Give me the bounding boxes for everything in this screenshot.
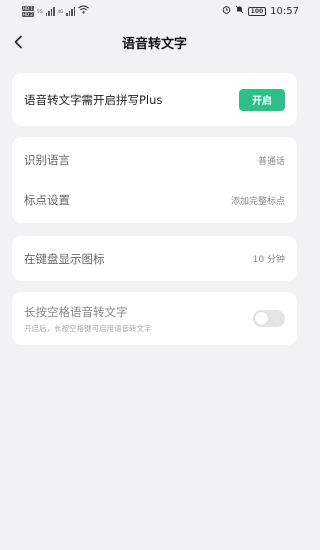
plus-row: 语音转文字需开启拼写Plus 开启 <box>24 73 285 126</box>
battery-icon: 100 <box>247 6 267 16</box>
space-voice-label: 长按空格语音转文字 <box>24 304 128 319</box>
signal1-icon <box>45 6 55 16</box>
plus-card: 语音转文字需开启拼写Plus 开启 <box>12 73 297 126</box>
recognition-settings-card: 识别语言 普通话 标点设置 添加完整标点 <box>12 137 297 223</box>
keyboard-icon-label: 在键盘显示图标 <box>24 251 105 266</box>
language-value: 普通话 <box>257 156 285 167</box>
space-voice-toggle[interactable] <box>253 310 285 327</box>
status-bar-left: HD 1 HD 2 5G 4G <box>22 5 90 17</box>
status-bar-right: 100 10:57 <box>222 5 299 17</box>
page-header: 语音转文字 <box>0 28 309 56</box>
punctuation-setting-row[interactable]: 标点设置 添加完整标点 <box>24 188 285 212</box>
sim2-badge: HD 2 <box>22 11 34 17</box>
keyboard-icon-card: 在键盘显示图标 10 分钟 <box>12 236 297 281</box>
chevron-left-icon <box>14 35 22 49</box>
keyboard-icon-duration: 10 分钟 <box>252 255 285 265</box>
keyboard-icon-row[interactable]: 在键盘显示图标 10 分钟 <box>24 236 285 281</box>
space-voice-row: 长按空格语音转文字 开启后，长按空格键可启用语音转文字 <box>24 292 285 345</box>
status-bar: HD 1 HD 2 5G 4G 100 10:57 <box>0 0 309 22</box>
toggle-knob <box>255 312 268 325</box>
plus-requirement-label: 语音转文字需开启拼写Plus <box>24 92 163 107</box>
space-voice-sublabel: 开启后，长按空格键可启用语音转文字 <box>24 323 152 333</box>
space-voice-card: 长按空格语音转文字 开启后，长按空格键可启用语音转文字 <box>12 292 297 345</box>
back-button[interactable] <box>8 32 28 52</box>
sim-indicators: HD 1 HD 2 <box>22 5 34 17</box>
network1-label: 5G <box>36 8 43 14</box>
mute-icon <box>235 5 244 17</box>
language-setting-row[interactable]: 识别语言 普通话 <box>24 148 285 172</box>
punctuation-label: 标点设置 <box>24 193 70 207</box>
space-voice-text: 长按空格语音转文字 开启后，长按空格键可启用语音转文字 <box>24 304 152 334</box>
sim1-badge: HD 1 <box>22 5 34 11</box>
wifi-icon <box>78 5 90 17</box>
signal2-icon <box>66 6 76 16</box>
page-title: 语音转文字 <box>121 36 187 52</box>
punctuation-value: 添加完整标点 <box>230 196 285 207</box>
enable-plus-button[interactable]: 开启 <box>239 88 285 111</box>
alarm-icon <box>222 5 231 17</box>
network2-label: 4G <box>57 8 64 14</box>
language-label: 识别语言 <box>24 153 70 167</box>
status-time: 10:57 <box>270 5 299 17</box>
